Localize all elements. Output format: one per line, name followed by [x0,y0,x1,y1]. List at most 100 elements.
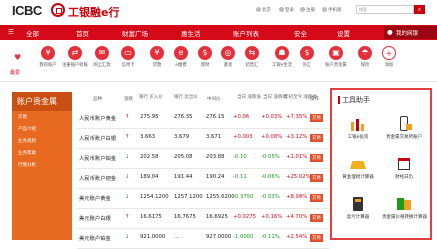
icon-credit-card[interactable]: ▭ 信用卡 [113,43,143,68]
tool-e-invest[interactable]: 工银e投资 [336,116,380,140]
cell-pct: +0.08% [261,134,283,140]
cell-chg: +0.06 [233,114,250,120]
sidebar: 账户贵金属 交易 产品介绍 业务规则 业务帮助 行情分析 [12,92,72,240]
sidebar-title: 账户贵金属 [12,92,72,111]
trade-button[interactable]: 交易 [310,194,323,202]
cell-sell: 16.7675 [174,214,196,220]
credit-card-icon: ▭ [121,46,135,60]
table-row: 人民币账户白银 3.663 3.679 3.671 +0.003 +0.08% +3.12%… [77,128,329,149]
cell-chg: -0.3750 [233,194,254,200]
tool-price-converter[interactable]: 贵金属价格转换计算器 [382,196,427,220]
th-change: 当日 涨跌值 [237,95,261,100]
cell-mid: 203.88 [206,154,225,160]
icon-forex[interactable]: $ 外汇 [292,43,322,68]
trade-button[interactable]: 交易 [310,134,323,142]
tool-pnl-calculator[interactable]: 盈亏计算器 [336,196,380,220]
cell-mid: 927.0000 [206,234,232,240]
cell-chg: -0.11 [233,174,247,180]
cell-ytd: +1.01% [286,154,308,160]
cell-mid: 1255.6200 [206,194,235,200]
sidebar-item-rules[interactable]: 业务规则 [12,135,72,147]
tool-gold-calculator[interactable]: 黄金理财计算器 [336,156,380,180]
heart-icon: ♥ [14,53,22,62]
sidebar-item-intro[interactable]: 产品介绍 [12,123,72,135]
icbc-logo[interactable]: ICBC [12,3,42,18]
search-button[interactable]: ⌕ [414,5,425,14]
cell-ytd: +25.02% [286,174,311,180]
table-row: 人民币账户黄金 275.95 276.35 276.15 +0.06 +0.03% +7.3… [77,108,329,129]
register-link[interactable]: 注册 [300,7,315,13]
arrow-up-icon: ↑ [125,134,130,140]
tool-exchange-account[interactable]: 贵金属交易所账户 [382,116,426,140]
cell-pct: +0.03% [261,114,283,120]
trade-button[interactable]: 交易 [310,114,323,122]
table-row: 美元账户黄金 1254.1200 1257.1200 1255.6200 -0.3750… [77,188,329,209]
nav-home[interactable]: 首页 [76,28,89,38]
sidebar-item-help[interactable]: 业务帮助 [12,147,72,159]
tools-title: 工具助手 [342,96,370,104]
cell-sell: 205.08 [174,154,193,160]
cell-mid: 3.671 [206,134,222,140]
cell-buy: 16.6175 [140,214,162,220]
tool-finance-calendar[interactable]: 财经日历 [382,156,426,180]
sidebar-item-trade[interactable]: 交易 [12,111,72,123]
wealth-icon: $ [198,46,212,60]
register-icon [300,7,305,12]
nav-security[interactable]: 安全 [294,28,307,38]
th-buy: 银行 买入价 [139,95,163,100]
cell-buy: 189.04 [140,174,159,180]
my-net-bank[interactable]: ● 我的网银 [384,26,437,39]
life-icon: ☗ [275,46,289,60]
favorites-label: 最爱 [10,70,21,76]
nav-accounts[interactable]: 账户列表 [233,28,259,38]
nav-life[interactable]: 惠生活 [181,28,201,38]
trade-button[interactable]: 交易 [310,174,323,182]
th-action: 操作 [310,97,319,102]
login-link[interactable]: 登录 [279,7,294,13]
bag-icon: ● [387,28,393,36]
cell-sell: 1257.1200 [174,194,203,200]
nav-all[interactable]: 全部 [26,28,39,38]
icbc-seal-icon [51,3,65,17]
table-row: 美元账户白银 16.6175 16.7675 16.6925 +0.0275 +0.16%… [77,208,329,229]
main-nav: ☰ 全部 首页 财富广场 惠生活 账户列表 安全 设置 ● 我的网银 [0,25,437,40]
location-icon [256,7,261,12]
cell-name: 人民币账户黄金 [79,116,117,122]
nav-settings[interactable]: 设置 [337,28,350,38]
icon-my-account[interactable]: ¥ 我的账户 [33,43,63,68]
metal-icon: ▣ [329,46,343,60]
transfer-icon: ⇄ [68,46,82,60]
mobile-link[interactable]: 手机版 [322,7,342,13]
cell-ytd: +4.70% [286,214,308,220]
search-input[interactable]: 搜索 [356,5,414,14]
icon-metal[interactable]: ▣ 账户贵金属 [321,43,351,68]
cell-mid: 276.15 [206,114,225,120]
trade-button[interactable]: 交易 [310,214,323,222]
icon-exchange[interactable]: ⇆ 结售汇 [237,43,267,68]
cell-pct: -0.03% [261,194,280,200]
th-mid: 中间价 [207,97,221,102]
forex-icon: $ [300,46,314,60]
arrow-down-icon: ↓ [125,194,130,200]
icon-add[interactable]: + 添加 [374,43,404,68]
arrow-down-icon: ↓ [125,154,130,160]
region-link[interactable]: 北京 [256,7,271,13]
nav-menu-icon[interactable]: ☰ [8,28,14,36]
nav-wealth[interactable]: 财富广场 [122,28,148,38]
brand-name: 工银融e行 [68,6,120,19]
title-marker [338,96,340,104]
cell-ytd: +3.12% [286,134,308,140]
cell-pct: -0.11% [261,234,280,240]
trade-button[interactable]: 交易 [310,234,323,242]
sidebar-item-analysis[interactable]: 行情分析 [12,159,72,171]
table-row: 人民币账户钯金 189.04 191.44 190.24 -0.11 -0.06% +25.… [77,168,329,189]
icon-transfer[interactable]: ⇄ 注册账户转账 [60,43,90,68]
calculator-icon [349,196,367,212]
cell-sell: 3.679 [174,134,190,140]
cell-buy: 1254.1200 [140,194,169,200]
magnifier-icon: ⌕ [417,6,422,13]
cell-chg: -0.10 [233,154,247,160]
trade-button[interactable]: 交易 [310,154,323,162]
calendar-icon [395,156,413,172]
cell-buy: 3.663 [140,134,156,140]
